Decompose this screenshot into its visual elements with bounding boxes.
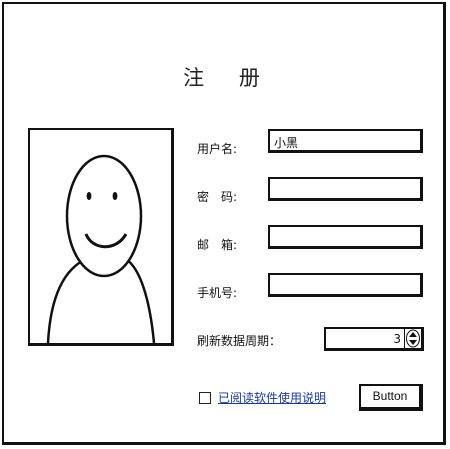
- username-label: 用户名:: [197, 142, 238, 156]
- agree-terms-link[interactable]: 已阅读软件使用说明: [218, 389, 326, 406]
- password-label: 密 码:: [197, 190, 238, 204]
- agree-checkbox[interactable]: [199, 392, 211, 404]
- phone-field[interactable]: [268, 273, 423, 297]
- avatar-image: [28, 128, 174, 346]
- register-window: 注 册 用户名: 小黑 密 码: 邮 箱: 手机号: 刷新数据周期： 3 已阅读…: [2, 2, 446, 445]
- refresh-period-value: 3: [393, 332, 401, 346]
- refresh-period-label: 刷新数据周期：: [197, 334, 282, 348]
- refresh-period-stepper[interactable]: 3: [324, 327, 424, 351]
- up-down-arrows-icon[interactable]: [404, 329, 421, 348]
- username-field[interactable]: 小黑: [268, 129, 423, 153]
- phone-label: 手机号:: [197, 286, 238, 300]
- submit-button[interactable]: Button: [359, 384, 423, 411]
- password-field[interactable]: [268, 177, 423, 201]
- email-field[interactable]: [268, 225, 423, 249]
- page-title: 注 册: [183, 66, 274, 90]
- smiley-person-icon: [46, 154, 156, 343]
- email-label: 邮 箱:: [197, 238, 238, 252]
